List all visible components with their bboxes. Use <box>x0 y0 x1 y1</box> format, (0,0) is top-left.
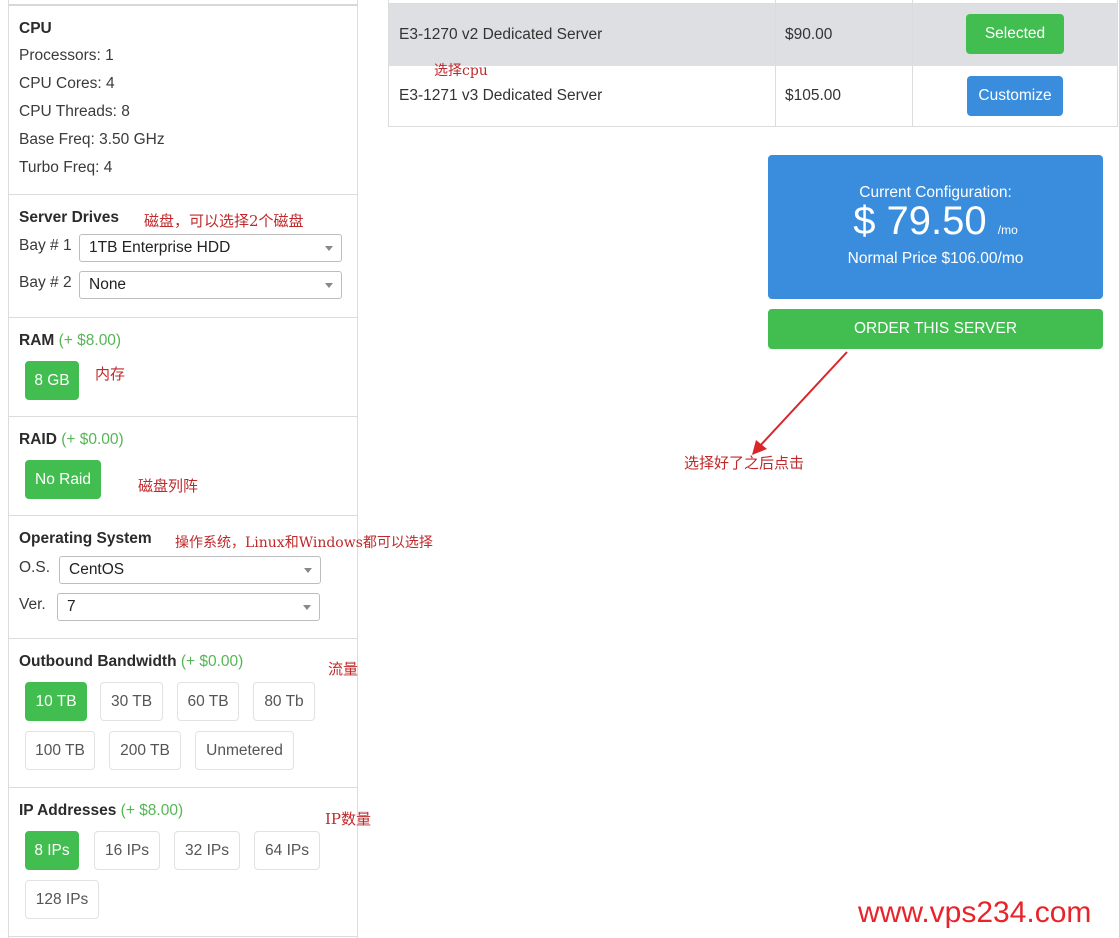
summary-normal-price: Normal Price $106.00/mo <box>847 250 1024 267</box>
bandwidth-title-text: Outbound Bandwidth <box>19 653 177 670</box>
ip-option-128[interactable]: 128 IPs <box>25 880 99 919</box>
bandwidth-option-30tb[interactable]: 30 TB <box>100 682 163 721</box>
chevron-down-icon <box>303 605 311 610</box>
ip-title-text: IP Addresses <box>19 802 117 819</box>
cpu-cores: CPU Cores: 4 <box>19 75 115 92</box>
os-select[interactable]: CentOS <box>59 556 321 584</box>
bandwidth-price: (+ $0.00) <box>180 653 244 670</box>
table-row[interactable]: E3-1271 v3 Dedicated Server $105.00 Cust… <box>389 66 1117 126</box>
cpu-turbo-freq: Turbo Freq: 4 <box>19 159 113 176</box>
annotation-drives: 磁盘，可以选择2个磁盘 <box>144 212 304 230</box>
chevron-down-icon <box>304 568 312 573</box>
cpu-section: CPU Processors: 1 CPU Cores: 4 CPU Threa… <box>9 6 357 195</box>
raid-title-text: RAID <box>19 431 57 448</box>
bay2-label: Bay # 2 <box>19 274 72 291</box>
table-row-selected[interactable]: E3-1270 v2 Dedicated Server $90.00 Selec… <box>389 4 1117 66</box>
server-name: E3-1270 v2 Dedicated Server <box>399 26 603 43</box>
bay1-value: 1TB Enterprise HDD <box>89 239 231 256</box>
bandwidth-option-200tb[interactable]: 200 TB <box>109 731 181 770</box>
ip-option-16[interactable]: 16 IPs <box>94 831 160 870</box>
watermark: www.vps234.com <box>858 896 1092 929</box>
order-server-button[interactable]: ORDER THIS SERVER <box>768 309 1103 349</box>
summary-price-unit: /mo <box>997 223 1018 237</box>
bay1-select[interactable]: 1TB Enterprise HDD <box>79 234 342 262</box>
ram-price: (+ $8.00) <box>58 332 122 349</box>
raid-title: RAID (+ $0.00) <box>19 431 124 449</box>
annotation-bandwidth: 流量 <box>328 660 359 678</box>
server-price: $90.00 <box>785 26 833 43</box>
divider <box>775 0 776 126</box>
ip-option-8[interactable]: 8 IPs <box>25 831 79 870</box>
cpu-title: CPU <box>19 20 52 37</box>
annotation-os: 操作系统，Linux和Windows都可以选择 <box>175 535 433 551</box>
ip-option-64[interactable]: 64 IPs <box>254 831 320 870</box>
bandwidth-option-80tb[interactable]: 80 Tb <box>253 682 315 721</box>
ram-section: RAM (+ $8.00) 8 GB <box>9 318 357 417</box>
customize-button[interactable]: Customize <box>967 76 1063 116</box>
bandwidth-section: Outbound Bandwidth (+ $0.00) 10 TB 30 TB… <box>9 639 357 788</box>
version-value: 7 <box>67 598 76 615</box>
annotation-cpu: 选择cpu <box>434 63 488 79</box>
config-panel: CPU Processors: 1 CPU Cores: 4 CPU Threa… <box>8 0 358 938</box>
ram-title-text: RAM <box>19 332 55 349</box>
ram-title: RAM (+ $8.00) <box>19 332 121 350</box>
os-title: Operating System <box>19 530 152 547</box>
divider <box>912 0 913 126</box>
cpu-threads: CPU Threads: 8 <box>19 103 130 120</box>
bay2-select[interactable]: None <box>79 271 342 299</box>
os-label: O.S. <box>19 559 51 576</box>
annotation-order: 选择好了之后点击 <box>684 454 805 472</box>
ip-section: IP Addresses (+ $8.00) 8 IPs 16 IPs 32 I… <box>9 788 357 937</box>
summary-price: $ 79.50 /mo <box>768 199 1103 244</box>
server-name: E3-1271 v3 Dedicated Server <box>399 87 603 104</box>
drives-title: Server Drives <box>19 209 119 226</box>
selected-button[interactable]: Selected <box>966 14 1064 54</box>
ip-title: IP Addresses (+ $8.00) <box>19 802 183 820</box>
server-table: E3-1270 v2 Dedicated Server $90.00 Selec… <box>388 0 1118 127</box>
annotation-raid: 磁盘列阵 <box>138 477 199 495</box>
chevron-down-icon <box>325 283 333 288</box>
bandwidth-title: Outbound Bandwidth (+ $0.00) <box>19 653 243 671</box>
ram-option-8gb[interactable]: 8 GB <box>25 361 79 400</box>
bandwidth-option-60tb[interactable]: 60 TB <box>177 682 239 721</box>
config-summary: Current Configuration: $ 79.50 /mo Norma… <box>768 155 1103 299</box>
bay2-value: None <box>89 276 127 293</box>
chevron-down-icon <box>325 246 333 251</box>
os-value: CentOS <box>69 561 125 578</box>
raid-section: RAID (+ $0.00) No Raid <box>9 417 357 516</box>
version-select[interactable]: 7 <box>57 593 320 621</box>
annotation-arrow-icon <box>752 351 848 455</box>
annotation-ram: 内存 <box>95 365 126 383</box>
ip-price: (+ $8.00) <box>120 802 184 819</box>
cpu-processors: Processors: 1 <box>19 47 114 64</box>
bay1-label: Bay # 1 <box>19 237 72 254</box>
bandwidth-option-100tb[interactable]: 100 TB <box>25 731 95 770</box>
summary-price-value: $ 79.50 <box>853 199 987 243</box>
raid-price: (+ $0.00) <box>61 431 124 448</box>
cpu-base-freq: Base Freq: 3.50 GHz <box>19 131 165 148</box>
server-price: $105.00 <box>785 87 842 104</box>
raid-option-none[interactable]: No Raid <box>25 460 101 499</box>
annotation-ip: IP数量 <box>325 810 372 828</box>
bandwidth-option-unmetered[interactable]: Unmetered <box>195 731 294 770</box>
bandwidth-option-10tb[interactable]: 10 TB <box>25 682 87 721</box>
version-label: Ver. <box>19 596 46 613</box>
ip-option-32[interactable]: 32 IPs <box>174 831 240 870</box>
